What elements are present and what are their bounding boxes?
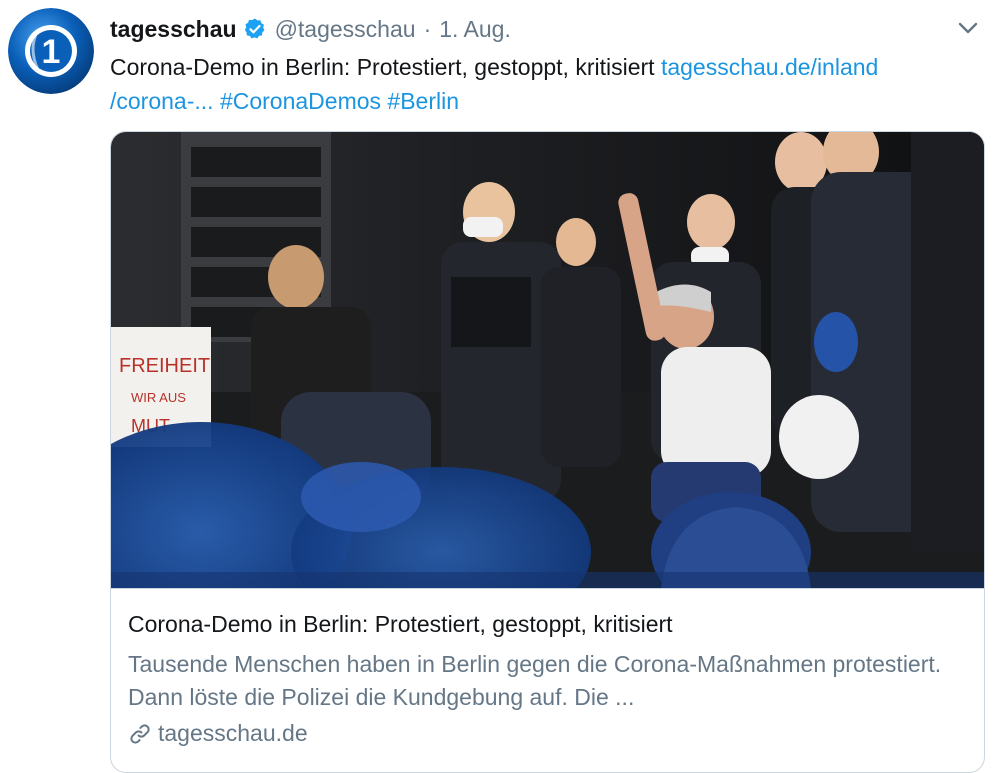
card-image[interactable]: FREIHEIT WIR AUS MUT bbox=[111, 132, 984, 588]
sign-text-line1: FREIHEIT bbox=[119, 355, 210, 377]
avatar-logo-text: 1 bbox=[42, 33, 61, 71]
display-name[interactable]: tagesschau bbox=[110, 16, 237, 43]
tweet-text: Corona-Demo in Berlin: Protestiert, gest… bbox=[110, 50, 980, 118]
card-divider bbox=[111, 588, 984, 589]
link-preview-card[interactable]: FREIHEIT WIR AUS MUT Corona-Demo in Berl… bbox=[110, 131, 985, 773]
tweet-link-part1[interactable]: tagesschau.de/inland bbox=[661, 54, 878, 80]
card-description: Tausende Menschen haben in Berlin gegen … bbox=[128, 651, 942, 710]
link-icon bbox=[130, 723, 150, 744]
verified-badge-icon bbox=[244, 18, 265, 39]
sign-text-line2: WIR AUS bbox=[131, 390, 186, 405]
handle[interactable]: @tagesschau bbox=[275, 16, 416, 43]
hashtag-berlin[interactable]: #Berlin bbox=[387, 88, 459, 114]
ard-logo-icon: 1 bbox=[8, 8, 94, 94]
chevron-down-icon[interactable] bbox=[954, 14, 982, 42]
card-domain[interactable]: tagesschau.de bbox=[128, 720, 308, 747]
tweet-date[interactable]: 1. Aug. bbox=[439, 16, 511, 43]
card-domain-text[interactable]: tagesschau.de bbox=[158, 720, 308, 747]
separator-dot: · bbox=[423, 15, 432, 42]
card-title[interactable]: Corona-Demo in Berlin: Protestiert, gest… bbox=[128, 611, 673, 638]
avatar[interactable]: 1 bbox=[8, 8, 94, 94]
tweet-body: Corona-Demo in Berlin: Protestiert, gest… bbox=[110, 54, 655, 80]
hashtag-coronademos[interactable]: #CoronaDemos bbox=[220, 88, 381, 114]
tweet-header: tagesschau @tagesschau · 1. Aug. bbox=[110, 14, 978, 44]
tweet-link-part2[interactable]: /corona-... bbox=[110, 88, 214, 114]
